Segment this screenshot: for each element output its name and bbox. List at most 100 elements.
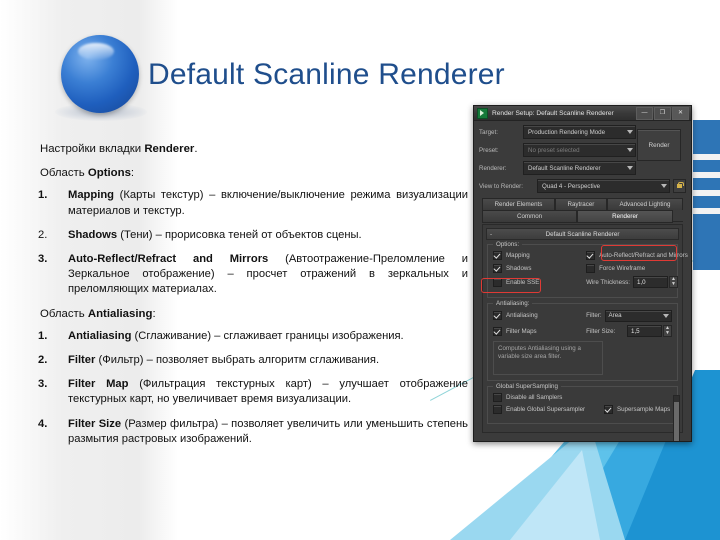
- lead-paragraph-renderer: Настройки вкладки Renderer.: [40, 142, 468, 157]
- lock-icon[interactable]: [673, 179, 686, 193]
- rollout-title: Default Scanline Renderer: [545, 230, 620, 238]
- antialiasing-row-1: Antialiasing Filter: Area: [493, 309, 672, 322]
- checkbox-icon: [586, 251, 596, 260]
- shadows-label: Shadows: [506, 264, 532, 272]
- decorative-sphere: [55, 33, 151, 129]
- filter-size-field: Filter Size: 1,5 ▲ ▼: [586, 325, 672, 337]
- list-item-term: Mapping: [68, 189, 114, 202]
- supersampling-group: Global SuperSampling Disable all Sampler…: [487, 382, 678, 424]
- spinner-icon[interactable]: ▲ ▼: [663, 325, 672, 337]
- antialiasing-description: Computes Antialiasing using a variable s…: [493, 340, 604, 375]
- enable-sse-checkbox[interactable]: Enable SSE: [493, 277, 586, 287]
- view-to-render-value: Quad 4 - Perspective: [542, 182, 601, 190]
- auto-reflect-label: Auto-Reflect/Refract and Mirrors: [599, 252, 688, 259]
- tab-common[interactable]: Common: [482, 210, 578, 223]
- section-head-options: Область Options:: [40, 166, 468, 181]
- sphere-ball: [61, 35, 139, 113]
- checkbox-icon: [493, 277, 502, 287]
- collapse-icon[interactable]: -: [490, 231, 492, 238]
- lead-2-prefix: Область: [40, 167, 88, 180]
- checkbox-icon: [493, 326, 502, 336]
- preset-value: No preset selected: [528, 146, 580, 154]
- section-2-prefix: Область: [40, 307, 88, 320]
- antialiasing-list: Antialiasing (Сглаживание) – сглаживает …: [28, 329, 468, 447]
- wire-thickness-label: Wire Thickness:: [586, 278, 630, 286]
- filter-maps-checkbox[interactable]: Filter Maps: [493, 326, 586, 336]
- chevron-down-icon: [663, 313, 669, 318]
- supersampling-row-1: Disable all Samplers: [493, 392, 672, 402]
- filter-select[interactable]: Area: [604, 309, 672, 322]
- target-select[interactable]: Production Rendering Mode: [523, 125, 636, 139]
- tab-renderer[interactable]: Renderer: [577, 210, 673, 223]
- checkbox-icon: [493, 405, 502, 414]
- tab-render-elements[interactable]: Render Elements: [482, 198, 555, 210]
- supersample-maps-label: Supersample Maps: [616, 406, 671, 413]
- list-item-term: Antialiasing: [68, 329, 132, 342]
- disable-all-samplers-checkbox[interactable]: Disable all Samplers: [493, 392, 672, 402]
- tab-advanced-lighting[interactable]: Advanced Lighting: [606, 198, 683, 210]
- enable-global-supersampler-checkbox[interactable]: Enable Global Supersampler: [493, 405, 604, 414]
- chevron-down-icon: [661, 184, 667, 188]
- mapping-label: Mapping: [506, 252, 530, 259]
- force-wireframe-checkbox[interactable]: Force Wireframe: [586, 263, 672, 273]
- antialiasing-group: Antialiasing: Antialiasing Filter: Area: [487, 299, 678, 381]
- antialiasing-label: Antialiasing: [506, 312, 538, 319]
- supersample-maps-checkbox[interactable]: Supersample Maps: [603, 405, 672, 414]
- antialiasing-checkbox[interactable]: Antialiasing: [493, 311, 586, 320]
- dialog-tabs: Render Elements Raytracer Advanced Light…: [482, 198, 683, 223]
- render-setup-dialog[interactable]: Render Setup: Default Scanline Renderer …: [473, 105, 692, 442]
- dialog-body: Render Target: Production Rendering Mode…: [474, 121, 691, 441]
- tab-raytracer[interactable]: Raytracer: [554, 198, 607, 210]
- checkbox-icon: [603, 405, 613, 414]
- panel-scrollbar[interactable]: [673, 395, 680, 441]
- list-item-desc: (Карты текстур) – включение/выключение р…: [68, 189, 468, 217]
- rollout-header[interactable]: - Default Scanline Renderer: [486, 228, 679, 240]
- minimize-icon[interactable]: —: [636, 106, 653, 120]
- list-item-desc: (Размер фильтра) – позволяет увеличить и…: [68, 417, 468, 445]
- lead-1-suffix: .: [194, 143, 198, 155]
- list-item-desc: (Фильтр) – позволяет выбрать алгоритм сг…: [95, 354, 380, 367]
- checkbox-icon: [493, 263, 502, 273]
- list-item: Filter (Фильтр) – позволяет выбрать алго…: [28, 353, 468, 368]
- filter-size-input[interactable]: 1,5: [627, 325, 662, 337]
- supersampling-group-label: Global SuperSampling: [493, 382, 561, 390]
- render-button[interactable]: Render: [637, 129, 681, 161]
- section-2-suffix: :: [152, 307, 156, 320]
- renderer-value: Default Scanline Renderer: [528, 164, 601, 172]
- wire-thickness-input[interactable]: 1,0: [632, 276, 668, 288]
- list-item-desc: (Фильтрация текстурных карт) – улучшает …: [68, 378, 468, 406]
- list-item-term: Auto-Reflect/Refract and Mirrors: [68, 253, 269, 266]
- options-row-3: Enable SSE Wire Thickness: 1,0 ▲ ▼: [493, 276, 678, 288]
- options-group-label: Options:: [493, 241, 523, 248]
- preset-select[interactable]: No preset selected: [523, 143, 636, 157]
- target-row: Target: Production Rendering Mode: [479, 125, 636, 139]
- checkbox-icon: [493, 392, 502, 402]
- renderer-label: Renderer:: [479, 164, 507, 172]
- filter-value: Area: [608, 312, 622, 319]
- checkbox-icon: [493, 311, 502, 320]
- view-to-render-select[interactable]: Quad 4 - Perspective: [537, 179, 670, 193]
- shadows-checkbox[interactable]: Shadows: [493, 263, 586, 273]
- page-title: Default Scanline Renderer: [148, 58, 505, 91]
- tab-spacer: [673, 210, 683, 222]
- list-item-term: Filter: [68, 354, 96, 367]
- maximize-icon[interactable]: ❐: [654, 106, 671, 120]
- list-item: Filter Map (Фильтрация текстурных карт) …: [28, 377, 468, 407]
- window-buttons: — ❐ ✕: [636, 106, 689, 120]
- disable-all-samplers-label: Disable all Samplers: [506, 393, 563, 401]
- wire-thickness-field: Wire Thickness: 1,0 ▲ ▼: [586, 276, 678, 288]
- spinner-icon[interactable]: ▲ ▼: [668, 276, 678, 288]
- section-head-antialiasing: Область Antialiasing:: [40, 307, 468, 322]
- close-icon[interactable]: ✕: [672, 106, 689, 120]
- render-setup-icon: [477, 107, 488, 119]
- scrollbar-thumb[interactable]: [674, 402, 679, 441]
- options-group: Options: Mapping Auto-Reflect/Refract an…: [487, 241, 688, 298]
- section-2-bold: Antialiasing: [87, 307, 153, 320]
- dialog-titlebar[interactable]: Render Setup: Default Scanline Renderer …: [474, 106, 691, 121]
- mapping-checkbox[interactable]: Mapping: [493, 251, 586, 260]
- lead-1-bold: Renderer: [144, 143, 195, 155]
- options-row-1: Mapping Auto-Reflect/Refract and Mirrors: [493, 251, 688, 260]
- auto-reflect-checkbox[interactable]: Auto-Reflect/Refract and Mirrors: [586, 251, 688, 260]
- renderer-select[interactable]: Default Scanline Renderer: [523, 161, 636, 175]
- list-item: Shadows (Тени) – прорисовка теней от объ…: [28, 228, 468, 243]
